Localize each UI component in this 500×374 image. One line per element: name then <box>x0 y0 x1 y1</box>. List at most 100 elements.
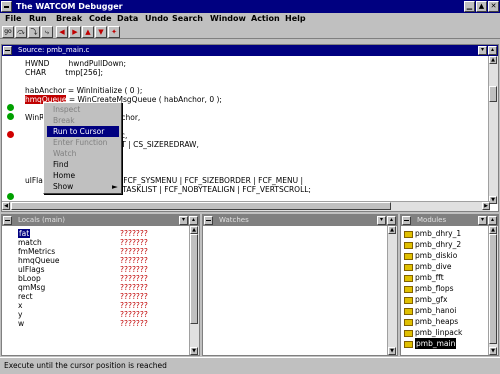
maximize-button[interactable]: ▲ <box>476 1 487 12</box>
variable-name[interactable]: fat <box>18 229 31 238</box>
menu-item-show[interactable]: Show <box>53 181 73 192</box>
breakpoint-marker[interactable] <box>7 104 14 111</box>
modules-pane-title-bar[interactable]: Modules ▾ ▴ <box>401 215 498 226</box>
trace-icon[interactable]: ⤵ <box>28 26 40 38</box>
pane-maximize-button[interactable]: ▴ <box>488 46 497 55</box>
arrow-down-icon[interactable]: ▼ <box>95 26 107 38</box>
pane-minimize-button[interactable]: ▾ <box>478 46 487 55</box>
system-menu-icon[interactable] <box>1 1 12 12</box>
pane-maximize-button[interactable]: ▴ <box>387 216 396 225</box>
module-item[interactable]: pmb_gfx <box>415 294 447 305</box>
scroll-up-arrow-icon[interactable]: ▲ <box>190 226 198 234</box>
locals-vertical-scrollbar[interactable]: ▲ ▼ <box>189 226 199 355</box>
scroll-up-arrow-icon[interactable]: ▲ <box>489 56 497 64</box>
menu-help[interactable]: Help <box>285 13 306 25</box>
scroll-thumb[interactable] <box>190 234 198 324</box>
pane-system-menu-icon[interactable] <box>204 216 213 225</box>
variable-value[interactable]: ??????? <box>120 229 148 238</box>
source-line[interactable]: HWND hwndPullDown; <box>25 59 126 68</box>
locals-pane-title-bar[interactable]: Locals (main) ▾ ▴ <box>2 215 199 226</box>
breakpoint-marker[interactable] <box>7 131 14 138</box>
menu-action[interactable]: Action <box>251 13 280 25</box>
source-vertical-scrollbar[interactable]: ▲ ▼ <box>488 56 498 204</box>
variable-value[interactable]: ??????? <box>120 301 148 310</box>
variable-value[interactable]: ??????? <box>120 319 148 328</box>
scroll-down-arrow-icon[interactable]: ▼ <box>190 347 198 355</box>
step-into-icon[interactable]: ⤷ <box>41 26 53 38</box>
scroll-left-arrow-icon[interactable]: ◀ <box>2 202 10 210</box>
pane-system-menu-icon[interactable] <box>3 46 12 55</box>
variable-name[interactable]: bLoop <box>18 274 41 283</box>
modules-vertical-scrollbar[interactable]: ▲ ▼ <box>488 226 498 355</box>
module-item[interactable]: pmb_diskio <box>415 250 457 261</box>
home-icon[interactable]: ✦ <box>108 26 120 38</box>
menu-search[interactable]: Search <box>172 13 203 25</box>
variable-name[interactable]: qmMsg <box>18 283 45 292</box>
menu-code[interactable]: Code <box>89 13 112 25</box>
arrow-up-icon[interactable]: ▲ <box>82 26 94 38</box>
variable-name[interactable]: hmqQueue <box>18 256 59 265</box>
scroll-down-arrow-icon[interactable]: ▼ <box>388 347 396 355</box>
variable-name[interactable]: ulFlags <box>18 265 45 274</box>
variable-value[interactable]: ??????? <box>120 283 148 292</box>
breakpoint-marker[interactable] <box>7 193 14 200</box>
scroll-thumb[interactable] <box>489 86 497 102</box>
source-line[interactable]: CHAR tmp[256]; <box>25 68 103 77</box>
step-over-icon[interactable]: ⤼ <box>15 26 27 38</box>
variable-value[interactable]: ??????? <box>120 238 148 247</box>
variable-name[interactable]: rect <box>18 292 33 301</box>
source-pane-title-bar[interactable]: Source: pmb_main.c ▾ ▴ <box>2 45 498 56</box>
module-item[interactable]: pmb_dhry_2 <box>415 239 461 250</box>
pane-minimize-button[interactable]: ▾ <box>179 216 188 225</box>
scroll-thumb[interactable] <box>489 234 497 344</box>
menu-run[interactable]: Run <box>29 13 47 25</box>
arrow-right-icon[interactable]: ▶ <box>69 26 81 38</box>
watches-vertical-scrollbar[interactable]: ▲ ▼ <box>387 226 397 355</box>
scroll-down-arrow-icon[interactable]: ▼ <box>489 347 497 355</box>
pane-system-menu-icon[interactable] <box>3 216 12 225</box>
menu-data[interactable]: Data <box>117 13 138 25</box>
module-item-selected[interactable]: pmb_main <box>415 338 457 349</box>
pane-system-menu-icon[interactable] <box>402 216 411 225</box>
module-item[interactable]: pmb_hanoi <box>415 305 456 316</box>
variable-value[interactable]: ??????? <box>120 310 148 319</box>
scroll-up-arrow-icon[interactable]: ▲ <box>388 226 396 234</box>
menu-window[interactable]: Window <box>210 13 246 25</box>
variable-value[interactable]: ??????? <box>120 247 148 256</box>
arrow-left-icon[interactable]: ◀ <box>56 26 68 38</box>
module-item[interactable]: pmb_heaps <box>415 316 458 327</box>
menu-item-find[interactable]: Find <box>53 159 68 170</box>
scroll-right-arrow-icon[interactable]: ▶ <box>482 202 490 210</box>
variable-value[interactable]: ??????? <box>120 274 148 283</box>
source-line[interactable]: habAnchor = WinInitialize ( 0 ); <box>25 86 142 95</box>
pane-minimize-button[interactable]: ▾ <box>478 216 487 225</box>
title-bar[interactable]: The WATCOM Debugger ▁ ▲ ✕ <box>0 0 500 13</box>
module-item[interactable]: pmb_flops <box>415 283 454 294</box>
menu-file[interactable]: File <box>5 13 21 25</box>
variable-name[interactable]: match <box>18 238 42 247</box>
scroll-thumb[interactable] <box>11 202 391 210</box>
menu-break[interactable]: Break <box>56 13 82 25</box>
pane-maximize-button[interactable]: ▴ <box>488 216 497 225</box>
breakpoint-marker[interactable] <box>7 113 14 120</box>
pane-minimize-button[interactable]: ▾ <box>377 216 386 225</box>
variable-name[interactable]: fmMetrics <box>18 247 55 256</box>
go-button[interactable]: go <box>2 26 14 38</box>
module-item[interactable]: pmb_dhry_1 <box>415 228 461 239</box>
variable-name[interactable]: y <box>18 310 22 319</box>
menu-item-home[interactable]: Home <box>53 170 75 181</box>
module-item[interactable]: pmb_fft <box>415 272 444 283</box>
minimize-button[interactable]: ▁ <box>464 1 475 12</box>
module-item[interactable]: pmb_dive <box>415 261 451 272</box>
scroll-down-arrow-icon[interactable]: ▼ <box>489 196 497 204</box>
scroll-up-arrow-icon[interactable]: ▲ <box>489 226 497 234</box>
menu-undo[interactable]: Undo <box>145 13 168 25</box>
variable-name[interactable]: w <box>18 319 24 328</box>
variable-value[interactable]: ??????? <box>120 265 148 274</box>
variable-value[interactable]: ??????? <box>120 256 148 265</box>
watches-pane-title-bar[interactable]: Watches ▾ ▴ <box>203 215 397 226</box>
variable-value[interactable]: ??????? <box>120 292 148 301</box>
variable-name[interactable]: x <box>18 301 22 310</box>
module-item[interactable]: pmb_linpack <box>415 327 462 338</box>
menu-item-run-to-cursor[interactable]: Run to Cursor <box>47 126 119 137</box>
